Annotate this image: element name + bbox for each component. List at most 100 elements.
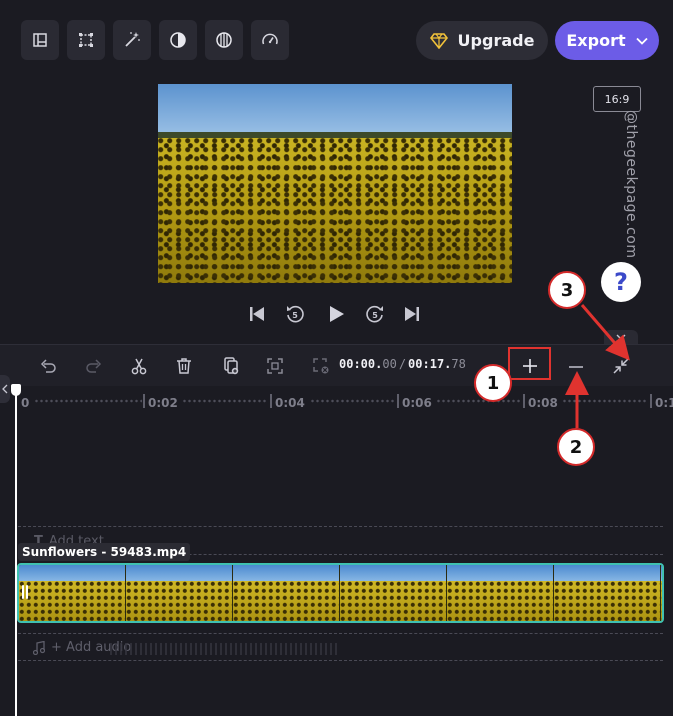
fit-to-screen-button[interactable] <box>261 352 289 380</box>
chevron-left-icon <box>2 384 8 394</box>
diamond-icon <box>429 32 448 49</box>
upgrade-label: Upgrade <box>457 31 535 50</box>
crop-layout-icon <box>33 33 47 47</box>
clip-thumbnail <box>661 565 662 621</box>
zoom-out-button[interactable] <box>562 352 590 380</box>
skip-to-start-icon <box>250 307 264 321</box>
redo-button[interactable] <box>80 352 108 380</box>
ruler-dots <box>436 397 522 405</box>
watermark-text: @thegeekpage.com <box>623 110 639 259</box>
annotation-badge-2: 2 <box>557 428 595 466</box>
ruler-label: 0 <box>21 396 30 410</box>
time-separator: / <box>398 357 407 371</box>
fit-to-screen-icon <box>267 358 283 374</box>
minus-icon <box>569 366 583 368</box>
magic-wand-button[interactable] <box>113 20 151 60</box>
zoom-in-highlight <box>508 347 551 380</box>
annotation-badge-3: 3 <box>548 271 586 309</box>
ruler-dots <box>182 397 268 405</box>
undo-button[interactable] <box>34 352 62 380</box>
clip-thumbnail <box>447 565 554 621</box>
scissors-icon <box>131 358 147 375</box>
total-time-fraction: 78 <box>451 357 466 371</box>
preview-sky <box>158 84 512 138</box>
play-icon <box>330 306 344 322</box>
svg-text:5: 5 <box>292 311 298 320</box>
ruler-dots <box>310 397 396 405</box>
clip-trim-handle[interactable] <box>20 582 30 602</box>
trash-icon <box>177 358 191 374</box>
ruler-label: 0:04 <box>275 396 305 410</box>
current-time: 00:00. <box>339 357 383 371</box>
ruler-tick <box>143 394 145 408</box>
forward-5-button[interactable]: 5 <box>363 302 387 326</box>
ruler-label: 0:1 <box>655 396 673 410</box>
total-time: 00:17. <box>408 357 452 371</box>
split-button[interactable] <box>125 352 153 380</box>
clipchamp-editor: Upgrade Export 16:9 @thegeekpage.com ? 5… <box>0 0 673 716</box>
export-label: Export <box>566 31 626 50</box>
clip-thumbnail <box>233 565 340 621</box>
clip-thumbnail <box>19 565 126 621</box>
detach-audio-button[interactable] <box>307 352 335 380</box>
collapse-arrows-icon <box>613 358 629 374</box>
music-note-icon <box>33 640 45 655</box>
duplicate-button[interactable] <box>217 352 245 380</box>
video-preview[interactable] <box>158 84 512 283</box>
audio-track-border <box>18 660 663 661</box>
undo-icon <box>40 359 56 373</box>
ruler-label: 0:08 <box>528 396 558 410</box>
audio-track-border <box>18 633 663 634</box>
contrast-button[interactable] <box>159 20 197 60</box>
contrast-icon <box>170 32 186 48</box>
skip-to-end-button[interactable] <box>400 302 424 326</box>
resize-icon <box>79 33 93 47</box>
delete-button[interactable] <box>170 352 198 380</box>
chevron-down-icon <box>635 37 648 45</box>
play-button[interactable] <box>324 302 348 326</box>
skip-to-start-button[interactable] <box>245 302 269 326</box>
crop-layout-button[interactable] <box>21 20 59 60</box>
export-button[interactable]: Export <box>555 21 659 60</box>
aspect-ratio-button[interactable]: 16:9 <box>593 86 641 112</box>
duplicate-icon <box>224 357 239 375</box>
expand-left-panel-button[interactable] <box>0 375 10 403</box>
magic-wand-icon <box>125 32 140 47</box>
filter-button[interactable] <box>205 20 243 60</box>
filter-icon <box>216 32 232 48</box>
current-time-fraction: 00 <box>382 357 397 371</box>
preview-sunflower-field <box>158 138 512 283</box>
detach-icon <box>313 358 329 374</box>
clip-thumbnail <box>340 565 447 621</box>
redo-icon <box>86 359 102 373</box>
forward-5-icon: 5 <box>366 305 383 323</box>
ruler-label: 0:06 <box>402 396 432 410</box>
ruler-dots <box>34 397 142 405</box>
rewind-5-button[interactable]: 5 <box>283 302 307 326</box>
ruler-tick <box>523 394 525 408</box>
clip-thumbnail <box>126 565 233 621</box>
chevron-down-small-icon <box>616 334 626 340</box>
resize-button[interactable] <box>67 20 105 60</box>
upgrade-button[interactable]: Upgrade <box>416 21 548 60</box>
fit-timeline-button[interactable] <box>607 352 635 380</box>
playhead-line[interactable] <box>15 386 17 716</box>
text-track-border <box>18 526 663 527</box>
speed-button[interactable] <box>251 20 289 60</box>
clip-name-label: Sunflowers - 59483.mp4 <box>18 543 191 561</box>
help-button[interactable]: ? <box>601 262 641 302</box>
ruler-tick <box>270 394 272 408</box>
annotation-badge-1: 1 <box>474 364 512 402</box>
speed-icon <box>262 33 278 45</box>
rewind-5-icon: 5 <box>287 305 304 323</box>
ruler-tick <box>397 394 399 408</box>
collapse-preview-button[interactable] <box>604 330 638 344</box>
ruler-tick <box>650 394 652 408</box>
time-display: 00:00.00/00:17.78 <box>339 357 466 371</box>
ruler-dots <box>562 397 648 405</box>
clip-thumbnail <box>554 565 661 621</box>
skip-to-end-icon <box>405 307 419 321</box>
video-clip[interactable] <box>17 563 664 623</box>
playhead-handle[interactable] <box>11 384 21 396</box>
ruler-label: 0:02 <box>148 396 178 410</box>
